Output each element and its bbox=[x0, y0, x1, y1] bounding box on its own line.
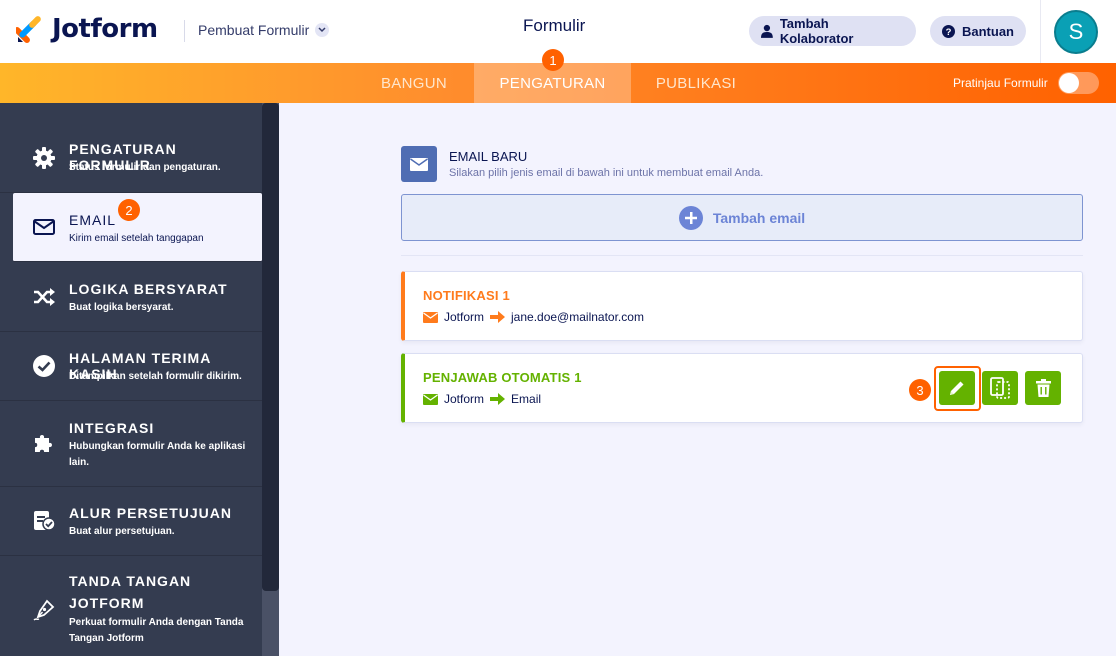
trash-icon bbox=[1035, 379, 1051, 397]
sidebar-item-integrations[interactable]: INTEGRASI Hubungkan formulir Anda ke apl… bbox=[0, 401, 262, 487]
gear-icon bbox=[32, 146, 56, 170]
step-badge-1: 1 bbox=[542, 49, 564, 71]
sidebar-item-desc: Buat logika bersyarat. bbox=[69, 302, 174, 313]
sidebar-item-desc: Perkuat formulir Anda dengan Tanda bbox=[69, 617, 244, 628]
question-icon: ? bbox=[942, 24, 955, 38]
sidebar-item-title: EMAIL bbox=[69, 212, 117, 228]
svg-text:?: ? bbox=[946, 26, 952, 37]
sidebar-item-desc: lain. bbox=[69, 457, 90, 468]
sidebar-item-desc: Tangan Jotform bbox=[69, 633, 144, 644]
header-divider bbox=[184, 20, 185, 42]
add-collaborator-button[interactable]: Tambah Kolaborator bbox=[749, 16, 916, 46]
email-card-title: PENJAWAB OTOMATIS 1 bbox=[423, 370, 582, 385]
envelope-icon bbox=[401, 146, 437, 182]
sidebar-item-form-settings[interactable]: PENGATURAN FORMULIR Status formulir dan … bbox=[0, 122, 262, 193]
email-card-route: Jotform jane.doe@mailnator.com bbox=[423, 310, 644, 324]
pencil-icon bbox=[950, 381, 964, 395]
help-button[interactable]: ? Bantuan bbox=[930, 16, 1026, 46]
shuffle-icon bbox=[32, 285, 56, 309]
plus-icon bbox=[678, 205, 703, 230]
chevron-down-icon bbox=[315, 23, 330, 37]
sidebar-item-desc: Ditampilkan setelah formulir dikirim. bbox=[69, 371, 242, 382]
sidebar-scrollbar-thumb[interactable] bbox=[262, 103, 279, 591]
help-label: Bantuan bbox=[962, 23, 1014, 39]
toggle-knob bbox=[1059, 73, 1079, 93]
collaborator-label: Tambah Kolaborator bbox=[779, 16, 854, 46]
sidebar-item-desc: Hubungkan formulir Anda ke aplikasi bbox=[69, 441, 246, 452]
step-badge-2: 2 bbox=[118, 199, 140, 221]
user-icon bbox=[761, 24, 773, 38]
email-to: Email bbox=[511, 392, 542, 406]
sidebar-item-signature[interactable]: TANDA TANGAN JOTFORM Perkuat formulir An… bbox=[0, 556, 262, 656]
sidebar-item-desc: Kirim email setelah tanggapan bbox=[69, 233, 204, 244]
puzzle-icon bbox=[32, 431, 56, 455]
email-card-route: Jotform Email bbox=[423, 392, 541, 406]
email-card-title: NOTIFIKASI 1 bbox=[423, 288, 510, 303]
duplicate-button[interactable] bbox=[982, 371, 1018, 405]
arrow-right-icon bbox=[490, 393, 506, 405]
sidebar-item-desc: Status formulir dan pengaturan. bbox=[69, 162, 221, 173]
sidebar-item-title: INTEGRASI bbox=[69, 420, 155, 436]
preview-toggle[interactable] bbox=[1058, 72, 1099, 94]
sidebar-item-title: TANDA TANGAN bbox=[69, 573, 192, 589]
avatar[interactable]: S bbox=[1054, 10, 1098, 54]
builder-label: Pembuat Formulir bbox=[198, 22, 310, 38]
new-email-title: EMAIL BARU bbox=[449, 149, 528, 164]
delete-button[interactable] bbox=[1025, 371, 1061, 405]
add-email-button[interactable]: Tambah email bbox=[401, 194, 1083, 241]
new-email-subtitle: Silakan pilih jenis email di bawah ini u… bbox=[449, 167, 764, 179]
sidebar: PENGATURAN FORMULIR Status formulir dan … bbox=[0, 103, 279, 656]
add-email-label: Tambah email bbox=[712, 209, 806, 226]
step-badge-3: 3 bbox=[909, 379, 931, 401]
tab-publikasi[interactable]: PUBLIKASI bbox=[640, 63, 752, 103]
tab-bangun[interactable]: BANGUN bbox=[362, 63, 466, 103]
sidebar-item-approval-flow[interactable]: ALUR PERSETUJUAN Buat alur persetujuan. bbox=[0, 487, 262, 556]
duplicate-icon bbox=[990, 377, 1010, 399]
sidebar-item-desc: Buat alur persetujuan. bbox=[69, 526, 175, 537]
sidebar-item-thank-you[interactable]: HALAMAN TERIMA KASIH Ditampilkan setelah… bbox=[0, 332, 262, 401]
avatar-divider bbox=[1040, 0, 1041, 63]
email-to: jane.doe@mailnator.com bbox=[511, 310, 644, 324]
email-from: Jotform bbox=[444, 310, 485, 324]
edit-button[interactable] bbox=[939, 371, 975, 405]
envelope-icon bbox=[423, 393, 438, 405]
sidebar-item-title: ALUR PERSETUJUAN bbox=[69, 505, 233, 521]
section-divider bbox=[401, 255, 1083, 256]
jotform-logo-icon bbox=[16, 16, 41, 43]
sidebar-item-conditional-logic[interactable]: LOGIKA BERSYARAT Buat logika bersyarat. bbox=[0, 262, 262, 332]
envelope-icon bbox=[423, 311, 438, 323]
jotform-logo[interactable]: Jotform bbox=[16, 14, 158, 44]
sidebar-item-title: LOGIKA BERSYARAT bbox=[69, 281, 228, 297]
page-title: Formulir bbox=[523, 16, 586, 35]
check-circle-icon bbox=[32, 354, 56, 378]
email-from: Jotform bbox=[444, 392, 485, 406]
envelope-icon bbox=[32, 215, 56, 239]
pen-nib-icon bbox=[32, 598, 56, 622]
approval-icon bbox=[32, 509, 56, 533]
preview-label: Pratinjau Formulir bbox=[953, 76, 1048, 90]
email-card-notification[interactable]: NOTIFIKASI 1 Jotform jane.doe@mailnator.… bbox=[401, 271, 1083, 341]
sidebar-item-title: JOTFORM bbox=[69, 595, 145, 611]
arrow-right-icon bbox=[490, 311, 506, 323]
logo-text: Jotform bbox=[52, 14, 158, 44]
builder-dropdown[interactable]: Pembuat Formulir bbox=[198, 22, 330, 38]
